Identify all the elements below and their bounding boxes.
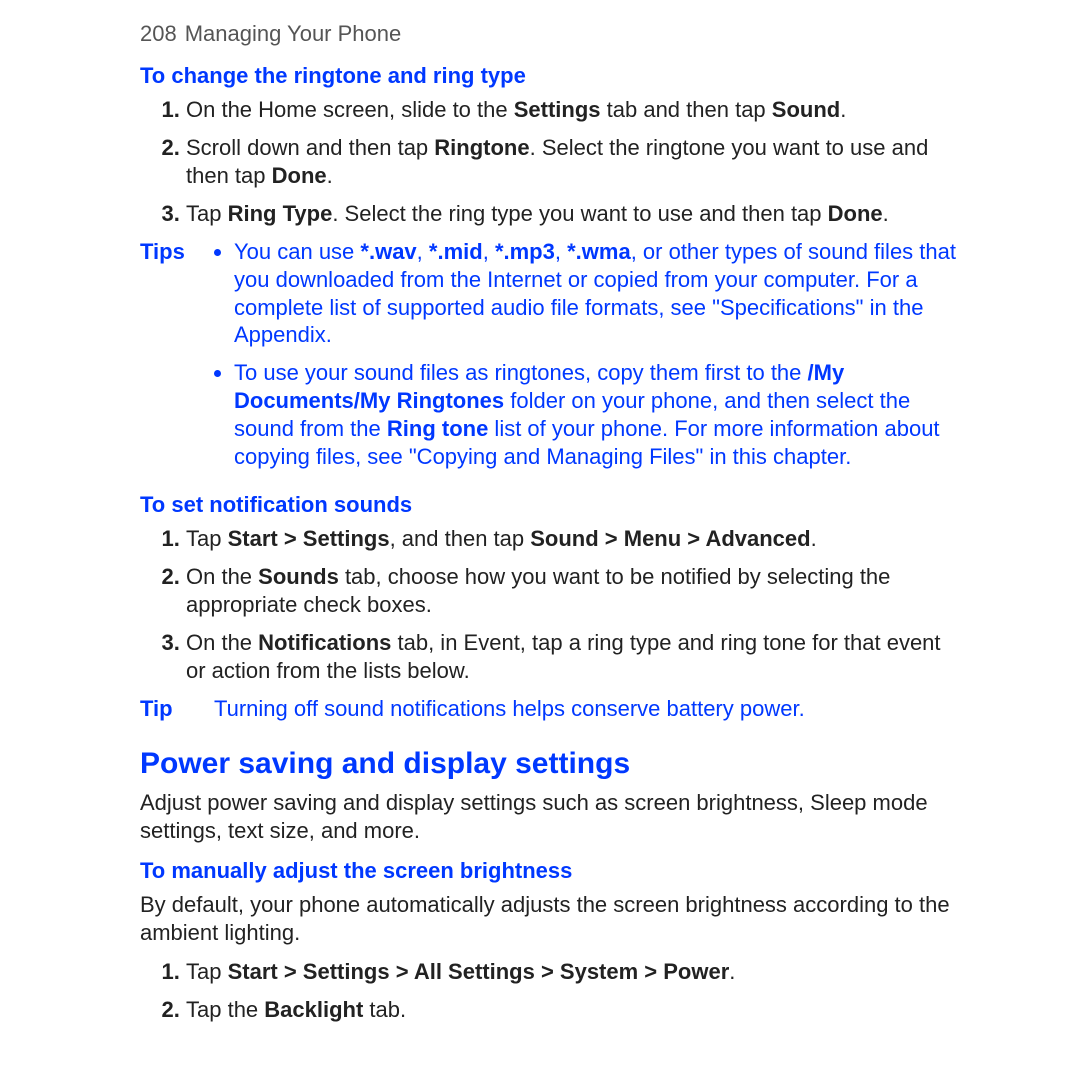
tip-text: , [483,239,495,264]
step-text: Tap [186,526,228,551]
steps-adjust-brightness: Tap Start > Settings > All Settings > Sy… [140,958,965,1024]
step-text: . [327,163,333,188]
bold-text: Ringtone [434,135,529,160]
bold-text: Sounds [258,564,339,589]
step-item: Tap Start > Settings, and then tap Sound… [186,525,965,553]
bold-text: *.wma [567,239,631,264]
tips-body: You can use *.wav, *.mid, *.mp3, *.wma, … [214,238,965,482]
step-item: On the Home screen, slide to the Setting… [186,96,965,124]
step-text: On the Home screen, slide to the [186,97,514,122]
bold-text: Start > Settings > All Settings > System… [228,959,730,984]
section-title-power: Power saving and display settings [140,745,965,783]
tip-text: , [417,239,429,264]
tip-block: Tip Turning off sound notifications help… [140,695,965,723]
bold-text: *.wav [360,239,416,264]
step-text: On the [186,630,258,655]
bold-text: *.mid [429,239,483,264]
bold-text: Settings [514,97,601,122]
bold-text: Sound > Menu > Advanced [530,526,810,551]
tip-text: You can use [234,239,360,264]
tip-body: Turning off sound notifications helps co… [214,695,965,723]
step-item: Tap Start > Settings > All Settings > Sy… [186,958,965,986]
bold-text: Done [828,201,883,226]
running-header: 208 Managing Your Phone [140,20,965,48]
step-text: tab. [363,997,406,1022]
bold-text: Ring Type [228,201,333,226]
bold-text: Done [272,163,327,188]
bold-text: *.mp3 [495,239,555,264]
heading-change-ringtone: To change the ringtone and ring type [140,62,965,90]
step-text: On the [186,564,258,589]
step-text: tab and then tap [601,97,772,122]
steps-set-notification: Tap Start > Settings, and then tap Sound… [140,525,965,685]
bold-text: Backlight [264,997,363,1022]
step-text: Tap the [186,997,264,1022]
bold-text: Notifications [258,630,391,655]
page-number: 208 [140,21,177,46]
tip-text: Turning off sound notifications helps co… [214,696,805,721]
page-content: 208 Managing Your Phone To change the rin… [0,0,1080,1024]
step-text: . [840,97,846,122]
step-item: Tap the Backlight tab. [186,996,965,1024]
step-text: . Select the ring type you want to use a… [332,201,827,226]
chapter-title: Managing Your Phone [185,21,402,46]
steps-change-ringtone: On the Home screen, slide to the Setting… [140,96,965,228]
bold-text: Sound [772,97,840,122]
tip-text: , [555,239,567,264]
step-item: On the Notifications tab, in Event, tap … [186,629,965,685]
heading-set-notification: To set notification sounds [140,491,965,519]
step-item: Tap Ring Type. Select the ring type you … [186,200,965,228]
paragraph: By default, your phone automatically adj… [140,891,965,947]
bold-text: Start > Settings [228,526,390,551]
step-text: . [811,526,817,551]
step-text: Tap [186,959,228,984]
tip-label: Tip [140,695,200,723]
tips-bullet: You can use *.wav, *.mid, *.mp3, *.wma, … [234,238,965,350]
heading-adjust-brightness: To manually adjust the screen brightness [140,857,965,885]
tips-block: Tips You can use *.wav, *.mid, *.mp3, *.… [140,238,965,482]
step-text: Tap [186,201,228,226]
step-text: , and then tap [390,526,531,551]
step-item: On the Sounds tab, choose how you want t… [186,563,965,619]
tips-bullet: To use your sound files as ringtones, co… [234,359,965,471]
step-item: Scroll down and then tap Ringtone. Selec… [186,134,965,190]
tip-text: To use your sound files as ringtones, co… [234,360,808,385]
tips-label: Tips [140,238,200,482]
paragraph: Adjust power saving and display settings… [140,789,965,845]
step-text: Scroll down and then tap [186,135,434,160]
bold-text: Ring tone [387,416,488,441]
step-text: . [883,201,889,226]
step-text: . [729,959,735,984]
